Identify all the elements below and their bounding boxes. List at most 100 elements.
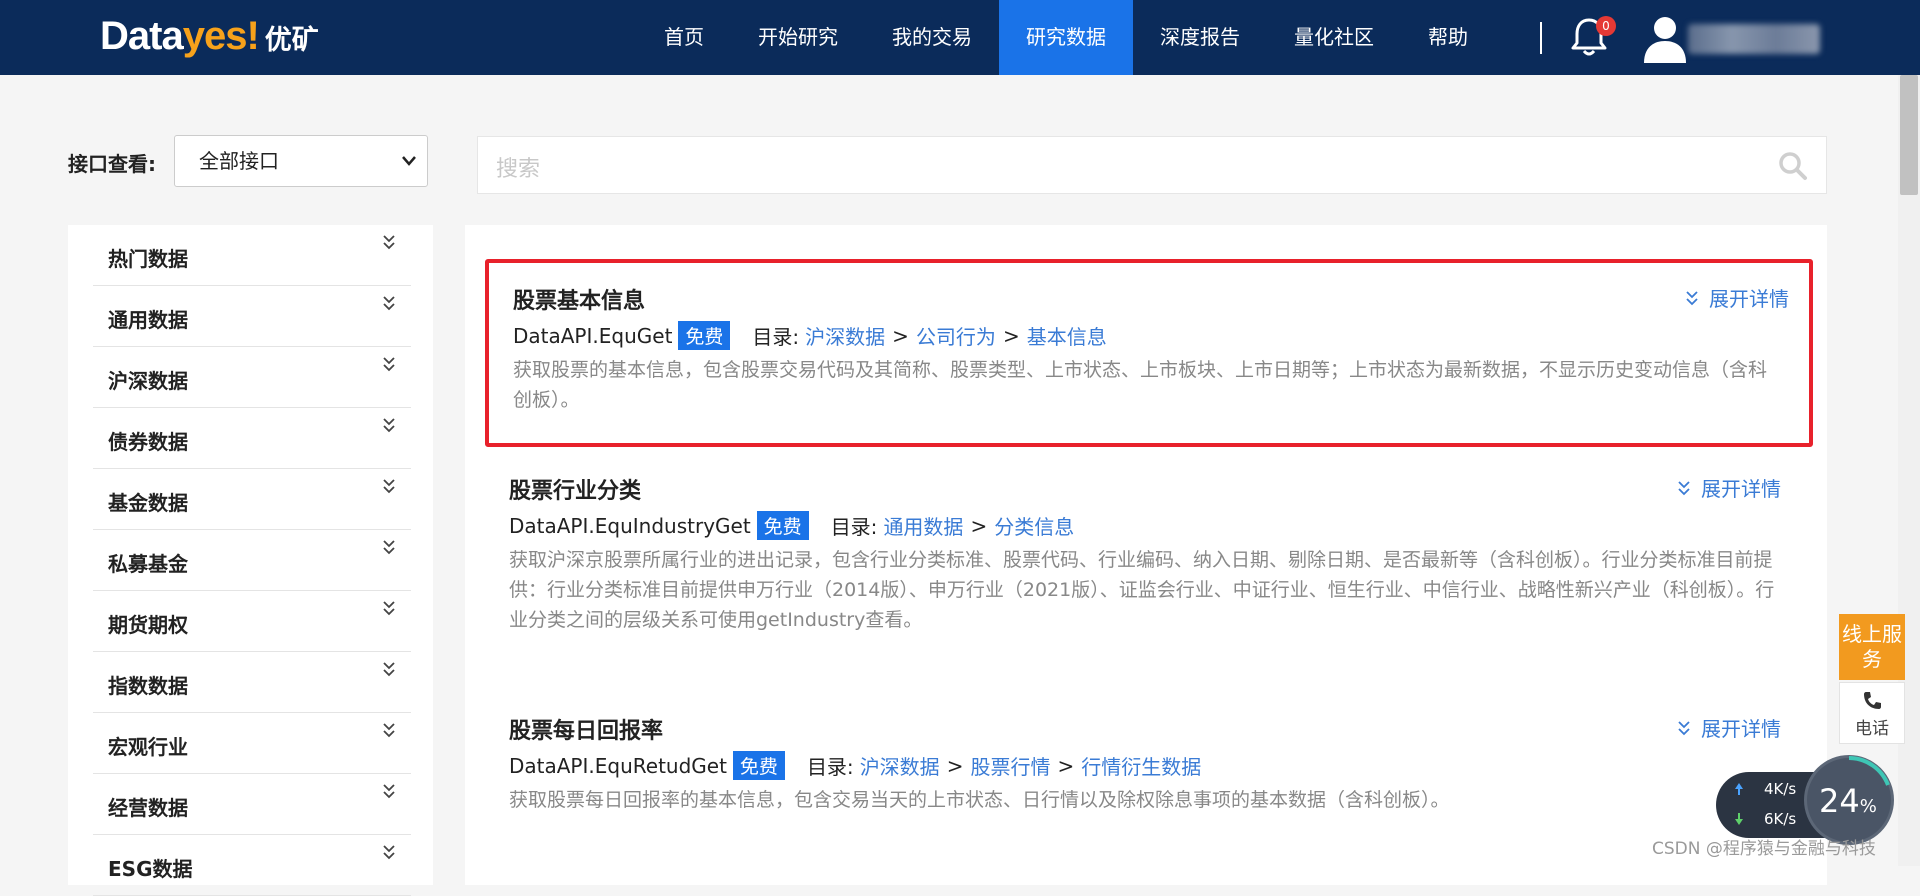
cpu-usage-gauge[interactable]: 24% bbox=[1804, 755, 1894, 845]
online-service-button[interactable]: 线上服务 bbox=[1839, 614, 1905, 680]
chevron-down-icon bbox=[402, 156, 416, 166]
filter-label: 接口查看: bbox=[68, 152, 156, 176]
double-chevron-down-icon bbox=[383, 662, 395, 677]
search-icon[interactable] bbox=[1778, 151, 1808, 181]
logo[interactable]: Data yes! 优矿 bbox=[100, 14, 319, 60]
sidebar-item-label: 私募基金 bbox=[108, 552, 188, 576]
double-chevron-down-icon bbox=[383, 235, 395, 250]
username-redacted[interactable] bbox=[1688, 24, 1820, 54]
api-meta-row: DataAPI.EquIndustryGet 免费 目录: 通用数据 > 分类信… bbox=[509, 511, 1074, 540]
sidebar-item-label: 基金数据 bbox=[108, 491, 188, 515]
sidebar-item-hushen-data[interactable]: 沪深数据 bbox=[93, 347, 411, 408]
sidebar-item-general-data[interactable]: 通用数据 bbox=[93, 286, 411, 347]
sidebar-item-futures-options[interactable]: 期货期权 bbox=[93, 591, 411, 652]
expand-details-label: 展开详情 bbox=[1709, 287, 1789, 311]
api-card-equget: 股票基本信息 展开详情 DataAPI.EquGet 免费 目录: 沪深数据 >… bbox=[485, 259, 1813, 447]
breadcrumb-separator: > bbox=[1057, 753, 1075, 778]
upload-speed: 4K/s bbox=[1764, 780, 1797, 798]
directory-label: 目录: bbox=[752, 325, 800, 349]
breadcrumb-link[interactable]: 通用数据 bbox=[883, 511, 963, 540]
breadcrumb-separator: > bbox=[892, 323, 909, 348]
sidebar-item-label: 经营数据 bbox=[108, 796, 188, 820]
sidebar-item-macro-industry[interactable]: 宏观行业 bbox=[93, 713, 411, 774]
free-badge: 免费 bbox=[732, 751, 785, 780]
double-chevron-down-icon bbox=[383, 784, 395, 799]
api-meta-row: DataAPI.EquGet 免费 目录: 沪深数据 > 公司行为 > 基本信息 bbox=[513, 321, 1107, 350]
logo-text-yes: yes! bbox=[182, 14, 260, 58]
scrollbar-thumb[interactable] bbox=[1900, 75, 1918, 195]
api-title: 股票基本信息 bbox=[513, 289, 646, 314]
breadcrumb-separator: > bbox=[970, 513, 988, 538]
api-name: DataAPI.EquRetudGet bbox=[509, 753, 727, 778]
breadcrumb-link[interactable]: 沪深数据 bbox=[860, 751, 940, 780]
arrow-down-icon bbox=[1735, 813, 1743, 825]
nav-research-data[interactable]: 研究数据 bbox=[999, 0, 1133, 75]
api-list-panel: 股票基本信息 展开详情 DataAPI.EquGet 免费 目录: 沪深数据 >… bbox=[465, 225, 1827, 885]
api-card-equretudget: 股票每日回报率 展开详情 DataAPI.EquRetudGet 免费 目录: … bbox=[485, 713, 1805, 873]
double-chevron-down-icon bbox=[383, 357, 395, 372]
free-badge: 免费 bbox=[678, 321, 731, 350]
main-nav: 首页 开始研究 我的交易 研究数据 深度报告 量化社区 帮助 bbox=[637, 0, 1495, 75]
breadcrumb-separator: > bbox=[1002, 323, 1020, 348]
sidebar-item-label: 债券数据 bbox=[108, 430, 188, 454]
sidebar-item-fund-data[interactable]: 基金数据 bbox=[93, 469, 411, 530]
sidebar-item-operating-data[interactable]: 经营数据 bbox=[93, 774, 411, 835]
breadcrumb-link[interactable]: 股票行情 bbox=[970, 751, 1050, 780]
nav-home[interactable]: 首页 bbox=[637, 0, 731, 75]
phone-button[interactable]: 电话 bbox=[1839, 682, 1905, 744]
directory-label: 目录: bbox=[806, 755, 854, 779]
api-name: DataAPI.EquIndustryGet bbox=[509, 513, 751, 538]
logo-text-data: Data bbox=[100, 14, 184, 58]
breadcrumb-link[interactable]: 公司行为 bbox=[916, 321, 996, 350]
filter-selected-value: 全部接口 bbox=[199, 149, 279, 173]
sidebar-item-private-fund[interactable]: 私募基金 bbox=[93, 530, 411, 591]
breadcrumb-link[interactable]: 行情衍生数据 bbox=[1081, 751, 1201, 780]
cpu-percent-value: 24 bbox=[1819, 782, 1860, 820]
expand-details-link[interactable]: 展开详情 bbox=[1685, 283, 1789, 312]
cpu-percent-sign: % bbox=[1859, 796, 1877, 817]
online-service-label: 线上服务 bbox=[1842, 622, 1902, 671]
breadcrumb-link[interactable]: 分类信息 bbox=[994, 511, 1074, 540]
nav-depth-reports[interactable]: 深度报告 bbox=[1133, 0, 1267, 75]
sidebar-item-label: 通用数据 bbox=[108, 308, 188, 332]
nav-quant-community[interactable]: 量化社区 bbox=[1267, 0, 1401, 75]
nav-divider bbox=[1540, 22, 1542, 54]
phone-label: 电话 bbox=[1855, 719, 1889, 739]
notification-badge: 0 bbox=[1596, 16, 1616, 36]
sidebar-item-bond-data[interactable]: 债券数据 bbox=[93, 408, 411, 469]
nav-help[interactable]: 帮助 bbox=[1401, 0, 1495, 75]
api-title: 股票行业分类 bbox=[509, 479, 642, 504]
top-navbar: Data yes! 优矿 首页 开始研究 我的交易 研究数据 深度报告 量化社区… bbox=[0, 0, 1920, 75]
sidebar-item-label: ESG数据 bbox=[108, 857, 193, 881]
breadcrumb-link[interactable]: 基本信息 bbox=[1027, 321, 1107, 350]
directory-label: 目录: bbox=[830, 515, 878, 539]
sidebar-item-index-data[interactable]: 指数数据 bbox=[93, 652, 411, 713]
expand-details-link[interactable]: 展开详情 bbox=[1677, 473, 1781, 502]
expand-details-label: 展开详情 bbox=[1701, 717, 1781, 741]
double-chevron-down-icon bbox=[383, 296, 395, 311]
expand-details-link[interactable]: 展开详情 bbox=[1677, 713, 1781, 742]
nav-start-research[interactable]: 开始研究 bbox=[731, 0, 865, 75]
double-chevron-down-icon bbox=[1686, 290, 1698, 305]
search-input[interactable]: 搜索 bbox=[477, 136, 1827, 194]
sidebar-item-label: 宏观行业 bbox=[108, 735, 188, 759]
double-chevron-down-icon bbox=[383, 418, 395, 433]
user-avatar-icon[interactable] bbox=[1642, 13, 1688, 63]
double-chevron-down-icon bbox=[383, 845, 395, 860]
nav-my-trades[interactable]: 我的交易 bbox=[865, 0, 999, 75]
sidebar-item-label: 热门数据 bbox=[108, 247, 188, 271]
sidebar-item-hot-data[interactable]: 热门数据 bbox=[93, 225, 411, 286]
api-description: 获取沪深京股票所属行业的进出记录，包含行业分类标准、股票代码、行业编码、纳入日期… bbox=[509, 549, 1775, 631]
cpu-percent: 24% bbox=[1819, 782, 1877, 820]
breadcrumb-link[interactable]: 沪深数据 bbox=[805, 321, 885, 350]
logo-text-youkuang: 优矿 bbox=[264, 25, 319, 56]
api-meta-row: DataAPI.EquRetudGet 免费 目录: 沪深数据 > 股票行情 >… bbox=[509, 751, 1201, 780]
double-chevron-down-icon bbox=[383, 723, 395, 738]
api-card-equindustryget: 股票行业分类 展开详情 DataAPI.EquIndustryGet 免费 目录… bbox=[485, 473, 1805, 673]
arrow-up-icon bbox=[1735, 783, 1743, 795]
phone-icon bbox=[1864, 692, 1881, 709]
double-chevron-down-icon bbox=[1678, 720, 1690, 735]
sidebar-item-label: 沪深数据 bbox=[108, 369, 188, 393]
category-sidebar: 热门数据 通用数据 沪深数据 债券数据 基金数据 私募基金 期货期权 指数数据 … bbox=[68, 225, 433, 896]
interface-filter-select[interactable]: 全部接口 bbox=[174, 135, 428, 187]
